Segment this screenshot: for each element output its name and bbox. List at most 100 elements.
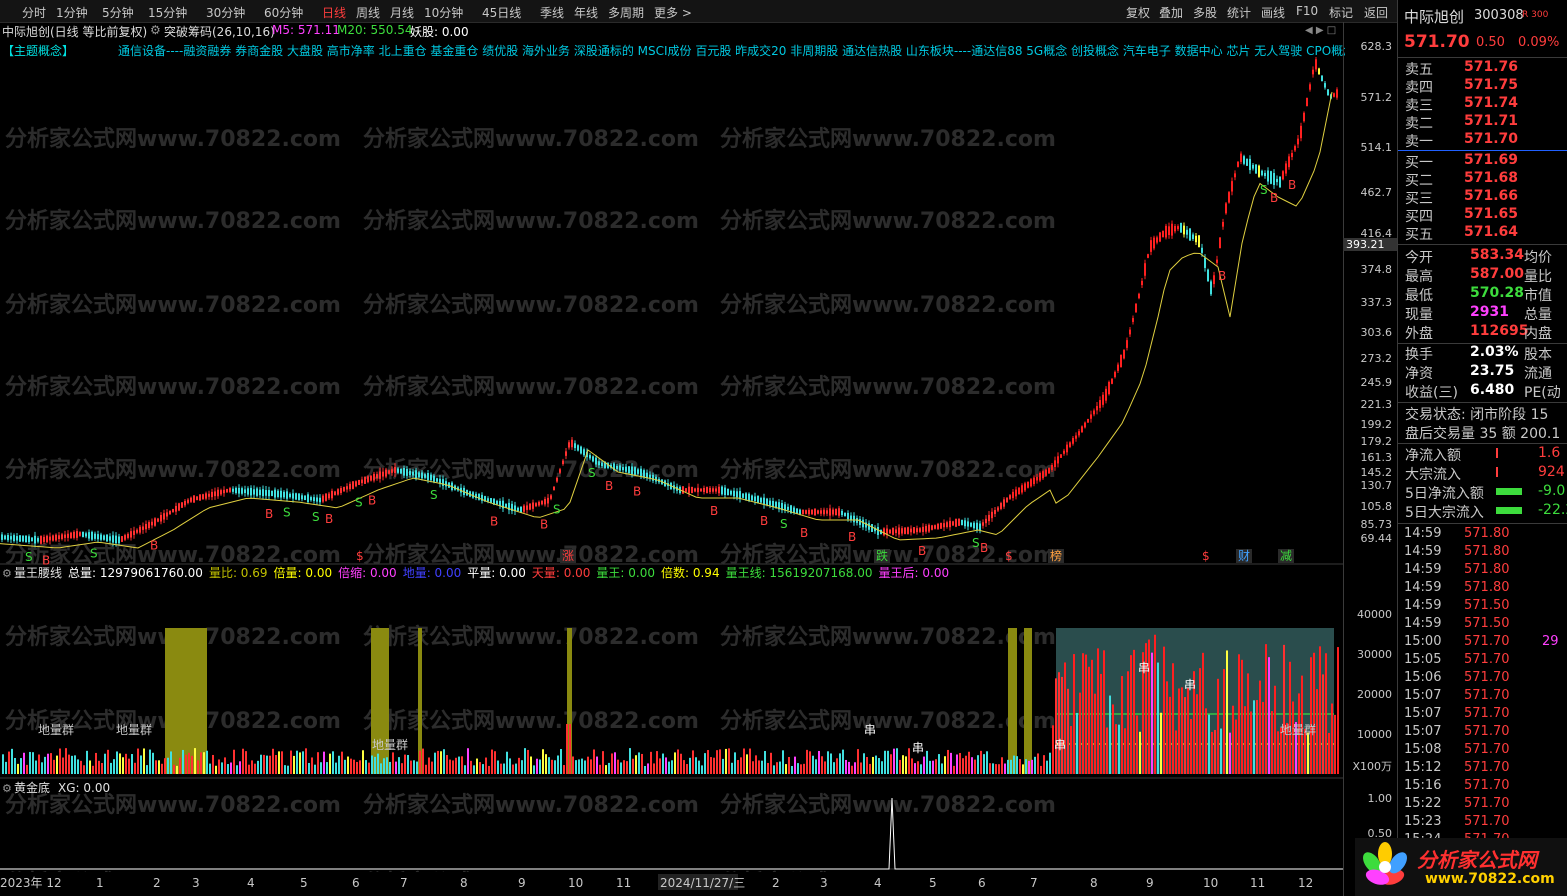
candle-body [1105,388,1107,401]
volume-bar [866,757,868,774]
candle-body [1195,235,1197,243]
gold-tick: 1.00 [1367,792,1393,805]
candle-body [907,527,909,534]
candle-body [1318,68,1320,75]
period-tab-2[interactable]: 5分钟 [102,4,134,21]
volume-bar [62,757,64,774]
period-tab-10[interactable]: 45日线 [482,4,521,21]
signal-marker-b: B [1218,269,1226,283]
toolbar-action-3[interactable]: 统计 [1227,4,1251,21]
signal-marker-b: B [265,507,273,521]
period-tab-14[interactable]: 更多 > [654,4,692,21]
candle-body [64,534,66,538]
candle-body [985,518,987,524]
site-logo: 分析家公式网 www.70822.com [1355,838,1567,896]
candle-body [955,518,957,527]
period-tab-11[interactable]: 季线 [540,4,564,21]
volume-bar [887,750,889,774]
period-tab-13[interactable]: 多周期 [608,4,644,21]
candle-body [1093,410,1095,415]
candle-body [1132,318,1134,322]
toolbar-action-2[interactable]: 多股 [1193,4,1217,21]
candle-body [109,536,111,541]
period-tab-12[interactable]: 年线 [574,4,598,21]
volume-bar [527,749,529,774]
gold-indicator-name[interactable]: 黄金底 [14,780,50,795]
volume-bar [98,760,100,774]
volume-bar [248,764,250,774]
candle-body [283,491,285,498]
candle-body [13,535,15,542]
volume-bar [947,749,949,774]
period-tab-1[interactable]: 1分钟 [56,4,88,21]
candle-body [724,487,726,495]
volume-bar [740,757,742,774]
signal-marker-b: B [325,512,333,526]
volume-bar [422,748,424,774]
stat-label: 换手 [1405,347,1433,363]
period-tab-4[interactable]: 30分钟 [206,4,245,21]
tick-price: 571.70 [1464,670,1510,685]
volume-zone [1024,628,1032,774]
ask-label: 卖五 [1405,62,1433,78]
toolbar-action-6[interactable]: 标记 [1329,4,1353,21]
bid-row: 买五 571.64 [1398,224,1567,243]
candle-body [436,478,438,482]
toolbar-action-7[interactable]: 返回 [1364,4,1388,21]
candle-body [334,491,336,495]
tick-volume: 29 [1542,634,1559,649]
volume-stat: 倍量: 0.00 [274,565,333,580]
volume-bar [119,753,121,774]
flow-row: 大宗流入 924 [1398,464,1567,483]
period-tab-5[interactable]: 60分钟 [264,4,303,21]
toolbar-action-4[interactable]: 画线 [1261,4,1285,21]
tick-time: 15:23 [1404,814,1442,829]
volume-bar [1121,676,1123,774]
volume-bar [1247,673,1249,774]
price-chart[interactable]: 分析家公式网www.70822.com 分析家公式网www.70822.com 分析… [0,22,1343,896]
volume-bar [1151,652,1153,774]
volume-bar [1265,644,1267,774]
volume-bar [149,749,151,774]
candle-body [337,489,339,495]
volume-indicator-name[interactable]: 量王腰线 [14,566,62,580]
volume-bar [1208,714,1210,774]
candle-body [178,503,180,511]
period-tab-0[interactable]: 分时 [22,4,46,21]
stat-label: 最高 [1405,269,1433,285]
period-tab-3[interactable]: 15分钟 [148,4,187,21]
tick-time: 15:22 [1404,796,1442,811]
candle-body [634,467,636,475]
signal-marker-s: S [90,547,98,561]
period-tab-6[interactable]: 日线 [322,4,346,21]
volume-bar [1118,724,1120,774]
volume-bar [1103,650,1105,774]
bid-label: 买一 [1405,155,1433,171]
candle-body [868,523,870,530]
candle-body [205,493,207,499]
candle-body [535,503,537,507]
candle-body [40,535,42,544]
volume-bar [50,753,52,774]
candle-body [997,507,999,511]
volume-bar [605,765,607,774]
candle-body [76,531,78,538]
flow-label: 5日净流入额 [1405,486,1484,502]
watermark-text: 分析家公式网www.70822.com [363,624,699,650]
volume-bar [8,751,10,774]
volume-bar [401,763,403,774]
period-tab-7[interactable]: 周线 [356,4,380,21]
toolbar-action-0[interactable]: 复权 [1126,4,1150,21]
period-tab-8[interactable]: 月线 [390,4,414,21]
toolbar-action-5[interactable]: F10 [1296,4,1318,18]
volume-bar [584,760,586,774]
volume-bar [815,759,817,774]
candle-body [184,500,186,506]
period-tab-9[interactable]: 10分钟 [424,4,463,21]
volume-bar [275,755,277,774]
watermark-text: 分析家公式网www.70822.com [5,208,341,234]
volume-bar [875,755,877,774]
date-tick: 11 [1250,876,1265,890]
volume-stat: 量王线: 15619207168.00 [726,566,873,580]
toolbar-action-1[interactable]: 叠加 [1159,4,1183,21]
